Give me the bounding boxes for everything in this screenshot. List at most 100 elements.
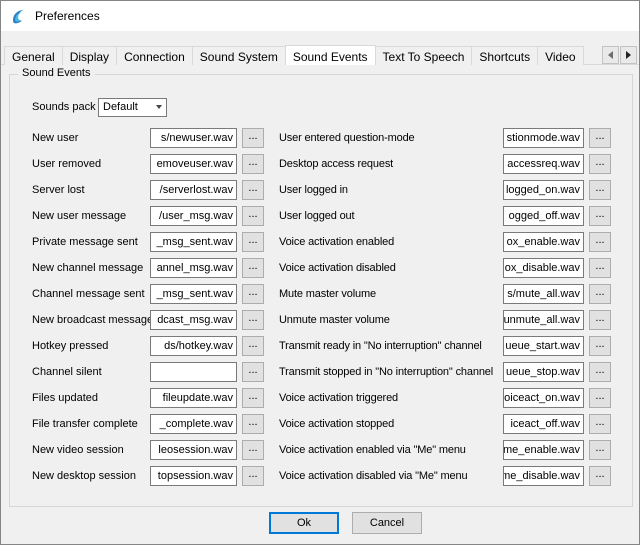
browse-button[interactable]: ... (589, 206, 611, 226)
tab-scroll-right-button[interactable] (620, 46, 637, 64)
sound-file-input[interactable]: dcast_msg.wav (150, 310, 237, 330)
browse-button[interactable]: ... (242, 362, 264, 382)
sound-event-label: New video session (32, 444, 150, 456)
preferences-dialog: Preferences General Display Connection S… (0, 0, 640, 545)
arrow-right-icon (626, 51, 631, 59)
browse-button[interactable]: ... (242, 414, 264, 434)
sound-file-input[interactable]: fileupdate.wav (150, 388, 237, 408)
sounds-pack-row: Sounds pack Default (32, 97, 167, 117)
sound-file-input[interactable]: iceact_off.wav (503, 414, 584, 434)
tab-connection[interactable]: Connection (116, 46, 193, 65)
sound-file-input[interactable]: stionmode.wav (503, 128, 584, 148)
browse-button[interactable]: ... (589, 336, 611, 356)
sound-file-input[interactable]: ueue_start.wav (503, 336, 584, 356)
sound-file-input[interactable]: s/mute_all.wav (503, 284, 584, 304)
browse-button[interactable]: ... (242, 310, 264, 330)
sound-file-input[interactable]: ueue_stop.wav (503, 362, 584, 382)
sound-event-label: User removed (32, 158, 150, 170)
browse-button[interactable]: ... (242, 440, 264, 460)
ok-button[interactable]: Ok (269, 512, 339, 534)
browse-button[interactable]: ... (589, 232, 611, 252)
browse-button[interactable]: ... (242, 388, 264, 408)
sound-file-input[interactable]: /user_msg.wav (150, 206, 237, 226)
sound-file-input[interactable]: annel_msg.wav (150, 258, 237, 278)
cancel-button[interactable]: Cancel (352, 512, 422, 534)
dialog-footer: Ok Cancel (1, 512, 640, 534)
browse-button[interactable]: ... (242, 336, 264, 356)
sound-event-label: Server lost (32, 184, 150, 196)
sound-event-label: New channel message (32, 262, 150, 274)
sound-file-input[interactable]: oiceact_on.wav (503, 388, 584, 408)
sound-event-row: Hotkey pressed ds/hotkey.wav ... Transmi… (32, 333, 611, 359)
sound-file-input[interactable]: s/newuser.wav (150, 128, 237, 148)
sound-event-row: New broadcast message dcast_msg.wav ... … (32, 307, 611, 333)
sound-file-input[interactable] (150, 362, 237, 382)
browse-button[interactable]: ... (589, 440, 611, 460)
tab-video[interactable]: Video (537, 46, 583, 65)
browse-button[interactable]: ... (589, 310, 611, 330)
sound-event-label: Mute master volume (279, 288, 503, 300)
sound-file-input[interactable]: _complete.wav (150, 414, 237, 434)
sound-file-input[interactable]: topsession.wav (150, 466, 237, 486)
browse-button[interactable]: ... (589, 388, 611, 408)
sound-event-label: Voice activation enabled via "Me" menu (279, 444, 503, 456)
sound-file-input[interactable]: leosession.wav (150, 440, 237, 460)
title-bar: Preferences (1, 1, 639, 31)
sound-file-input[interactable]: emoveuser.wav (150, 154, 237, 174)
browse-button[interactable]: ... (589, 414, 611, 434)
sound-event-label: File transfer complete (32, 418, 150, 430)
browse-button[interactable]: ... (242, 128, 264, 148)
sound-event-label: User logged out (279, 210, 503, 222)
sound-event-label: Desktop access request (279, 158, 503, 170)
browse-button[interactable]: ... (242, 180, 264, 200)
browse-button[interactable]: ... (242, 154, 264, 174)
tab-general[interactable]: General (4, 46, 63, 65)
tab-sound-system[interactable]: Sound System (192, 46, 286, 65)
tab-display[interactable]: Display (62, 46, 117, 65)
tab-shortcuts[interactable]: Shortcuts (471, 46, 538, 65)
sound-event-label: Voice activation enabled (279, 236, 503, 248)
browse-button[interactable]: ... (589, 362, 611, 382)
browse-button[interactable]: ... (589, 284, 611, 304)
sounds-pack-label: Sounds pack (32, 101, 98, 113)
sound-event-label: Voice activation disabled via "Me" menu (279, 470, 503, 482)
sound-file-input[interactable]: _msg_sent.wav (150, 232, 237, 252)
sound-event-row: New user s/newuser.wav ... User entered … (32, 125, 611, 151)
sounds-pack-select[interactable]: Default (98, 98, 167, 117)
sound-file-input[interactable]: me_enable.wav (503, 440, 584, 460)
browse-button[interactable]: ... (589, 466, 611, 486)
sound-file-input[interactable]: /serverlost.wav (150, 180, 237, 200)
sound-event-row: File transfer complete _complete.wav ...… (32, 411, 611, 437)
browse-button[interactable]: ... (242, 258, 264, 278)
sound-file-input[interactable]: ogged_off.wav (503, 206, 584, 226)
sound-file-input[interactable]: _msg_sent.wav (150, 284, 237, 304)
sound-file-input[interactable]: accessreq.wav (503, 154, 584, 174)
browse-button[interactable]: ... (589, 258, 611, 278)
sound-file-input[interactable]: ds/hotkey.wav (150, 336, 237, 356)
tab-scroller (601, 46, 637, 64)
sound-event-label: Voice activation stopped (279, 418, 503, 430)
sound-file-input[interactable]: ox_disable.wav (503, 258, 584, 278)
browse-button[interactable]: ... (589, 154, 611, 174)
sound-file-input[interactable]: logged_on.wav (503, 180, 584, 200)
sound-event-row: Files updated fileupdate.wav ... Voice a… (32, 385, 611, 411)
browse-button[interactable]: ... (589, 180, 611, 200)
sound-file-input[interactable]: unmute_all.wav (503, 310, 584, 330)
sound-event-row: Channel silent ... Transmit stopped in "… (32, 359, 611, 385)
browse-button[interactable]: ... (242, 466, 264, 486)
arrow-left-icon (608, 51, 613, 59)
sound-event-label: Transmit stopped in "No interruption" ch… (279, 366, 503, 378)
tab-scroll-left-button[interactable] (602, 46, 619, 64)
sound-event-row: New video session leosession.wav ... Voi… (32, 437, 611, 463)
tab-sound-events[interactable]: Sound Events (285, 45, 376, 65)
browse-button[interactable]: ... (242, 206, 264, 226)
sound-file-input[interactable]: ox_enable.wav (503, 232, 584, 252)
browse-button[interactable]: ... (242, 284, 264, 304)
tab-text-to-speech[interactable]: Text To Speech (375, 46, 473, 65)
sound-file-input[interactable]: me_disable.wav (503, 466, 584, 486)
browse-button[interactable]: ... (589, 128, 611, 148)
sound-event-row: User removed emoveuser.wav ... Desktop a… (32, 151, 611, 177)
sound-event-row: New channel message annel_msg.wav ... Vo… (32, 255, 611, 281)
sound-events-groupbox: Sound Events Sounds pack Default New use… (9, 74, 633, 507)
browse-button[interactable]: ... (242, 232, 264, 252)
